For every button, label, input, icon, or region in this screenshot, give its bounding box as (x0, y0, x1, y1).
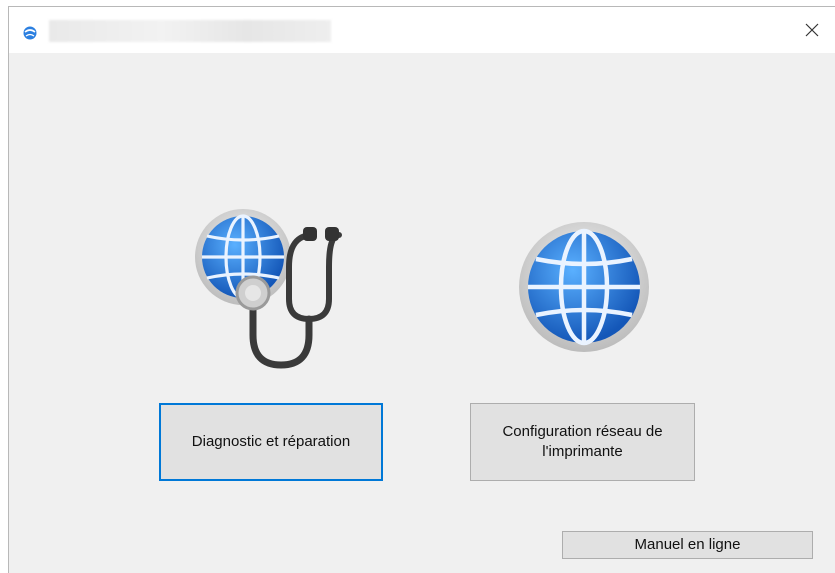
app-icon (23, 26, 37, 40)
title-bar (9, 7, 835, 53)
close-icon (805, 23, 819, 37)
network-tool-graphic[interactable] (516, 219, 652, 355)
globe-stethoscope-icon (195, 209, 342, 369)
close-button[interactable] (789, 7, 835, 53)
app-window: Diagnostic et réparation Configuration r… (8, 6, 835, 573)
diagnostic-repair-button[interactable]: Diagnostic et réparation (159, 403, 383, 481)
window-title (49, 20, 331, 42)
globe-icon (519, 222, 649, 352)
network-config-button[interactable]: Configuration réseau de l'imprimante (470, 403, 695, 481)
online-manual-label: Manuel en ligne (634, 536, 741, 553)
diagnostic-repair-label: Diagnostic et réparation (191, 433, 351, 450)
network-config-label: Configuration réseau de l'imprimante (502, 423, 663, 460)
online-manual-button[interactable]: Manuel en ligne (562, 531, 813, 559)
diagnostic-tool-graphic[interactable] (191, 207, 371, 372)
